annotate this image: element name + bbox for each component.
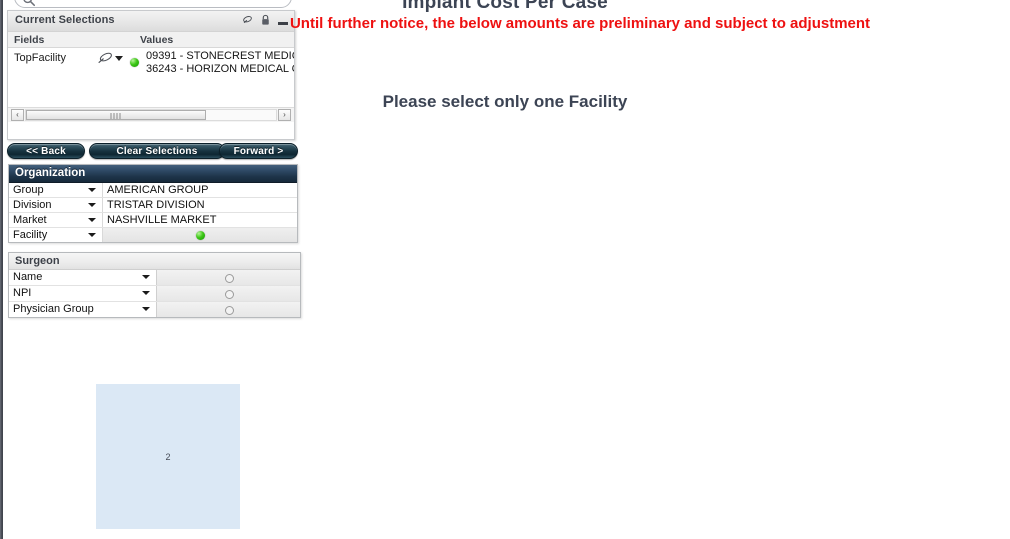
current-selections-column-headers: Fields Values <box>8 32 294 48</box>
organization-label-text: Facility <box>13 229 48 241</box>
organization-row-division[interactable]: Division TRISTAR DIVISION <box>9 198 297 213</box>
empty-indicator-icon <box>224 290 234 299</box>
chevron-down-icon[interactable] <box>142 307 150 311</box>
app-root: Current Selections Fields Values TopFaci… <box>0 0 1010 539</box>
organization-value[interactable] <box>103 228 297 242</box>
surgeon-panel: Surgeon Name NPI Physician Group <box>8 252 301 318</box>
surgeon-value[interactable] <box>157 270 300 285</box>
clear-field-eraser-icon[interactable] <box>96 52 114 65</box>
green-indicator-icon <box>196 231 205 240</box>
surgeon-panel-title: Surgeon <box>9 253 300 270</box>
navigation-button-row: << Back Clear Selections Forward > <box>7 143 298 160</box>
column-header-fields: Fields <box>14 34 45 46</box>
scrollbar-grip-icon <box>110 113 122 119</box>
organization-label[interactable]: Division <box>9 198 103 212</box>
selection-dropdown-caret-icon[interactable] <box>115 56 123 61</box>
chevron-down-icon[interactable] <box>142 291 150 295</box>
surgeon-value[interactable] <box>157 302 300 317</box>
organization-label[interactable]: Market <box>9 213 103 227</box>
surgeon-label[interactable]: NPI <box>9 286 157 301</box>
surgeon-label[interactable]: Name <box>9 270 157 285</box>
forward-button[interactable]: Forward > <box>219 143 298 159</box>
selection-value: 36243 - HORIZON MEDICAL CENTE <box>146 63 294 75</box>
surgeon-row-physician-group[interactable]: Physician Group <box>9 302 300 317</box>
organization-panel: Organization Group AMERICAN GROUP Divisi… <box>8 164 298 243</box>
sheet-object-label: 2 <box>165 451 171 462</box>
surgeon-row-name[interactable]: Name <box>9 270 300 286</box>
selection-values: 09391 - STONECREST MEDICAL CEN 36243 - H… <box>146 50 294 76</box>
column-header-values: Values <box>140 34 174 46</box>
empty-indicator-icon <box>224 306 234 315</box>
organization-label[interactable]: Facility <box>9 228 103 242</box>
chevron-down-icon[interactable] <box>88 188 96 192</box>
selection-state-indicator <box>130 54 139 72</box>
surgeon-label-text: Physician Group <box>13 303 94 315</box>
organization-value[interactable]: AMERICAN GROUP <box>103 183 297 197</box>
empty-indicator-icon <box>224 274 234 283</box>
window-left-edge <box>0 0 3 539</box>
chevron-down-icon[interactable] <box>88 233 96 237</box>
organization-label-text: Division <box>13 199 52 211</box>
surgeon-row-npi[interactable]: NPI <box>9 286 300 302</box>
organization-label-text: Group <box>13 184 44 196</box>
selection-field-name: TopFacility <box>14 52 66 64</box>
organization-label-text: Market <box>13 214 47 226</box>
surgeon-label-text: NPI <box>13 287 32 299</box>
chevron-down-icon[interactable] <box>142 275 150 279</box>
surgeon-label-text: Name <box>13 271 43 283</box>
clear-selections-button[interactable]: Clear Selections <box>89 143 225 159</box>
green-indicator-icon <box>130 58 139 67</box>
surgeon-value[interactable] <box>157 286 300 301</box>
surgeon-label[interactable]: Physician Group <box>9 302 157 317</box>
organization-row-group[interactable]: Group AMERICAN GROUP <box>9 183 297 198</box>
select-facility-message: Please select only one Facility <box>382 92 628 111</box>
organization-value[interactable]: NASHVILLE MARKET <box>103 213 297 227</box>
chevron-down-icon[interactable] <box>88 218 96 222</box>
back-button[interactable]: << Back <box>7 143 85 159</box>
page-title: Implant Cost Per Case <box>402 0 608 13</box>
organization-panel-title: Organization <box>9 165 297 183</box>
organization-value[interactable]: TRISTAR DIVISION <box>103 198 297 212</box>
notice-banner: Until further notice, the below amounts … <box>289 15 871 32</box>
organization-row-market[interactable]: Market NASHVILLE MARKET <box>9 213 297 228</box>
chevron-down-icon[interactable] <box>88 203 96 207</box>
organization-label[interactable]: Group <box>9 183 103 197</box>
organization-row-facility[interactable]: Facility <box>9 228 297 242</box>
sheet-object-placeholder[interactable]: 2 <box>96 384 240 529</box>
selection-value: 09391 - STONECREST MEDICAL CEN <box>146 50 294 62</box>
